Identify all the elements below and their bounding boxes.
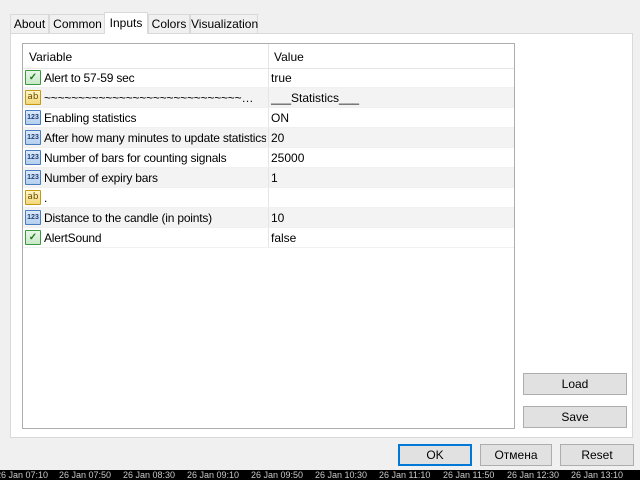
row-value[interactable]: false [271,228,511,247]
row-variable-name: Enabling statistics [44,111,137,125]
ok-button[interactable]: OK [398,444,472,466]
row-value[interactable]: true [271,68,511,87]
row-value[interactable]: ON [271,108,511,127]
cancel-button[interactable]: Отмена [480,444,552,466]
row-variable-name: AlertSound [44,231,102,245]
table-row[interactable]: ab . [23,188,514,208]
row-variable-name: After how many minutes to update statist… [44,131,266,145]
row-variable-name: ~~~~~~~~~~~~~~~~~~~~~~~~~~~~~~~~~~~~~~~~… [44,91,258,105]
tab-inputs[interactable]: Inputs [104,12,148,34]
number-icon: 123 [25,170,41,185]
time-label: 26 Jan 07:50 [59,470,112,480]
row-value[interactable] [271,188,511,207]
table-row[interactable]: ✓ AlertSound false [23,228,514,248]
reset-button[interactable]: Reset [560,444,634,466]
number-icon: 123 [25,210,41,225]
time-label: 26 Jan 13:10 [571,470,624,480]
tab-visualization[interactable]: Visualization [190,14,258,33]
bool-icon: ✓ [25,230,41,245]
tab-common[interactable]: Common [49,14,106,33]
table-row[interactable]: 123 Enabling statistics ON [23,108,514,128]
grid-rows: ✓ Alert to 57-59 sec true ab ~~~~~~~~~~~… [23,68,514,248]
properties-dialog: About Common Inputs Colors Visualization… [0,0,640,470]
table-row[interactable]: 123 Number of bars for counting signals … [23,148,514,168]
inputs-grid: Variable Value ✓ Alert to 57-59 sec true… [22,43,515,429]
number-icon: 123 [25,110,41,125]
bool-icon: ✓ [25,70,41,85]
inputs-panel: Variable Value ✓ Alert to 57-59 sec true… [10,33,633,438]
row-variable-name: Alert to 57-59 sec [44,71,135,85]
row-variable-name: Number of expiry bars [44,171,158,185]
column-divider[interactable] [268,44,269,68]
number-icon: 123 [25,130,41,145]
load-button[interactable]: Load [523,373,627,395]
time-label: 26 Jan 12:30 [507,470,560,480]
string-icon: ab [25,190,41,205]
column-header-value[interactable]: Value [274,44,304,68]
time-label: 26 Jan 07:10 [0,470,49,480]
row-variable-name: . [44,191,48,205]
row-value[interactable]: 25000 [271,148,511,167]
string-icon: ab [25,90,41,105]
grid-header: Variable Value [23,44,514,69]
chart-time-axis: 26 Jan 07:10 26 Jan 07:50 26 Jan 08:30 2… [0,470,640,480]
row-value[interactable]: 20 [271,128,511,147]
column-header-variable[interactable]: Variable [29,44,72,68]
time-label: 26 Jan 09:50 [251,470,304,480]
table-row[interactable]: 123 Distance to the candle (in points) 1… [23,208,514,228]
save-button[interactable]: Save [523,406,627,428]
row-value[interactable]: 1 [271,168,511,187]
table-row[interactable]: 123 After how many minutes to update sta… [23,128,514,148]
time-label: 26 Jan 08:30 [123,470,176,480]
time-label: 26 Jan 11:50 [443,470,495,480]
table-row[interactable]: ab ~~~~~~~~~~~~~~~~~~~~~~~~~~~~~~~~~~~~~… [23,88,514,108]
time-label: 26 Jan 09:10 [187,470,240,480]
row-value[interactable]: 10 [271,208,511,227]
table-row[interactable]: 123 Number of expiry bars 1 [23,168,514,188]
time-label: 26 Jan 11:10 [379,470,431,480]
number-icon: 123 [25,150,41,165]
table-row[interactable]: ✓ Alert to 57-59 sec true [23,68,514,88]
row-variable-name: Distance to the candle (in points) [44,211,212,225]
time-label: 26 Jan 10:30 [315,470,368,480]
row-variable-name: Number of bars for counting signals [44,151,227,165]
row-value[interactable]: ___Statistics___ [271,88,511,107]
tab-about[interactable]: About [10,14,49,33]
tab-colors[interactable]: Colors [148,14,190,33]
